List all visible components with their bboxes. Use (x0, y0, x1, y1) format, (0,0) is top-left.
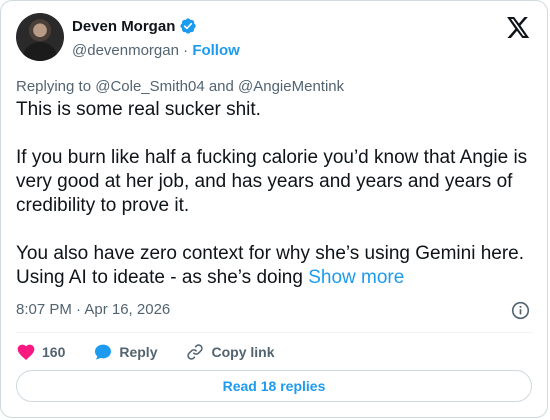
divider (16, 332, 533, 333)
avatar[interactable] (16, 13, 64, 61)
x-logo-icon[interactable] (507, 17, 530, 38)
reply-label: Reply (119, 344, 158, 360)
like-button[interactable]: 160 (16, 342, 65, 362)
copy-link-label: Copy link (211, 344, 275, 360)
avatar-shoulders (22, 42, 58, 61)
copy-link-button[interactable]: Copy link (185, 342, 275, 362)
reply-bubble-icon (95, 344, 112, 360)
author-name[interactable]: Deven Morgan (72, 18, 175, 35)
show-more-link[interactable]: Show more (308, 267, 404, 288)
tweet-paragraph-last: You also have zero context for why she’s… (16, 242, 536, 290)
tweet-body: This is some real sucker shit. If you bu… (16, 98, 536, 290)
embedded-tweet-card: Deven Morgan @devenmorgan · Follow Reply… (0, 0, 548, 418)
follow-link[interactable]: Follow (192, 42, 240, 59)
link-icon (187, 344, 204, 360)
reply-button[interactable]: Reply (93, 342, 157, 362)
handle-separator: · (183, 42, 189, 59)
author-handle[interactable]: @devenmorgan (72, 42, 179, 59)
timestamp[interactable]: 8:07 PM · Apr 16, 2026 (16, 301, 170, 318)
read-replies-label: Read 18 replies (222, 378, 326, 394)
author-handle-row: @devenmorgan · Follow (72, 42, 240, 59)
like-count: 160 (42, 344, 66, 360)
tweet-paragraph: If you burn like half a fucking calorie … (16, 147, 528, 216)
info-icon[interactable] (511, 301, 530, 320)
replying-to-line: Replying to @Cole_Smith04 and @AngieMent… (16, 78, 345, 95)
author-name-row: Deven Morgan (72, 17, 197, 35)
read-replies-button[interactable]: Read 18 replies (16, 370, 532, 402)
tweet-paragraph: This is some real sucker shit. (16, 99, 261, 120)
tweet-paragraph-text: You also have zero context for why she’s… (16, 243, 525, 288)
heart-icon (17, 344, 35, 360)
verified-badge-icon (180, 18, 197, 34)
action-bar: 160 Reply Copy link (16, 341, 303, 363)
